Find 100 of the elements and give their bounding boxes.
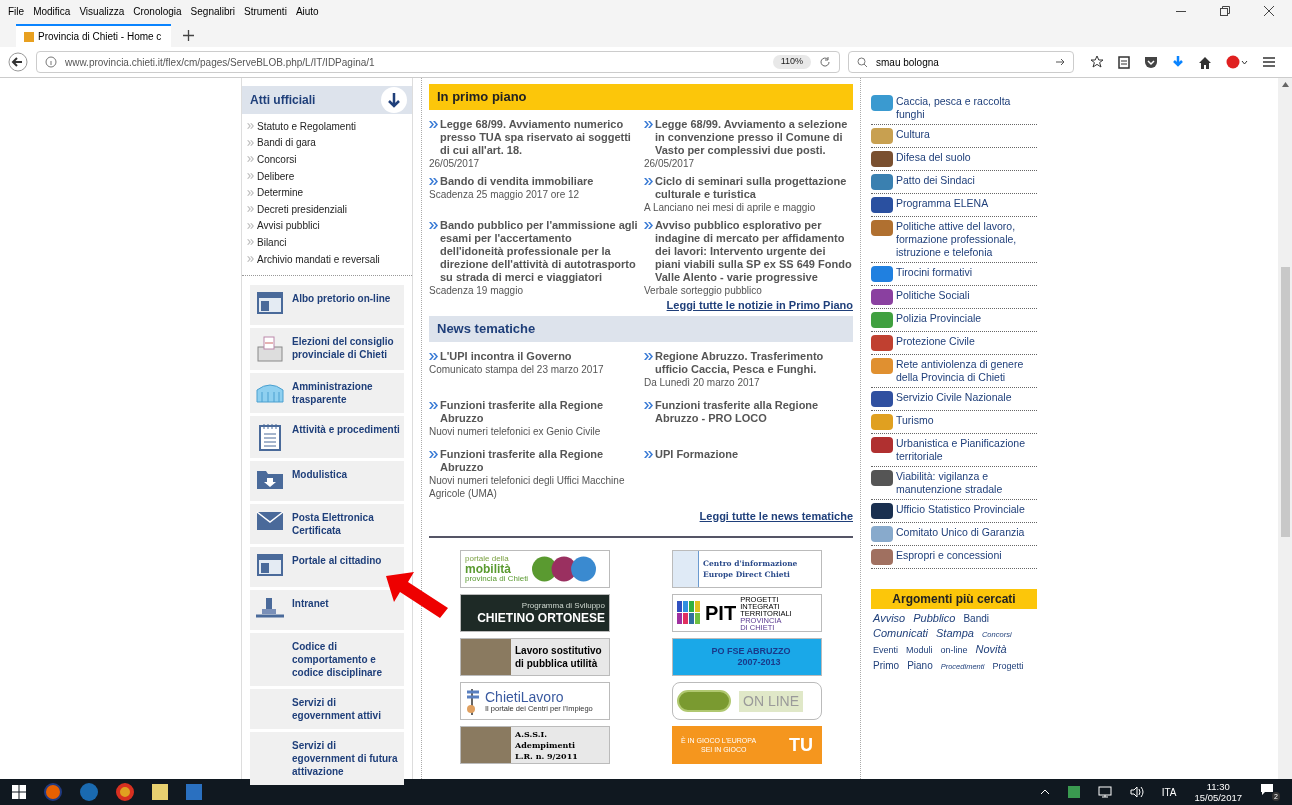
document-link[interactable]: Statuto e Regolamenti bbox=[257, 118, 356, 134]
news-link[interactable]: Bando pubblico per l'ammissione agli esami per l'accertamento dell'idoneità professionale per la direzione dell'attività di autotrasporto su strada di merci e viaggiatori bbox=[429, 219, 638, 284]
right-arrow-icon[interactable] bbox=[1056, 58, 1065, 66]
news-link[interactable]: Legge 68/99. Avviamento numerico presso TUA spa riservato ai soggetti di cui all'art. 18. bbox=[429, 118, 638, 157]
zoom-level[interactable]: 110% bbox=[772, 55, 811, 69]
topic-link[interactable]: Difesa del suolo bbox=[871, 148, 1037, 171]
scroll-up-icon[interactable] bbox=[1281, 82, 1289, 87]
close-icon[interactable] bbox=[1264, 6, 1274, 16]
news-link[interactable]: Funzioni trasferite alla Regione Abruzzo - PRO LOCO bbox=[644, 398, 853, 425]
pocket-icon[interactable] bbox=[1144, 55, 1158, 69]
service-tile[interactable]: Modulistica bbox=[250, 461, 404, 502]
download-icon[interactable] bbox=[1172, 55, 1184, 69]
news-link[interactable]: UPI Formazione bbox=[644, 447, 853, 461]
topic-link[interactable]: Rete antiviolenza di genere della Provincia di Chieti bbox=[871, 355, 1037, 388]
menu-item[interactable]: Cronologia bbox=[133, 3, 182, 19]
home-icon[interactable] bbox=[1198, 55, 1212, 69]
photo-banner[interactable]: Lavoro sostitutivo di pubblica utilità bbox=[460, 638, 610, 676]
document-link[interactable]: Decreti presidenziali bbox=[257, 201, 348, 217]
minimize-icon[interactable] bbox=[1176, 10, 1186, 12]
service-tile[interactable]: Servizi di egovernment attivi bbox=[250, 689, 404, 730]
document-link[interactable]: Archivio mandati e reversali bbox=[257, 251, 380, 267]
read-all-link[interactable]: Leggi tutte le notizie in Primo Piano bbox=[666, 297, 853, 314]
service-tile[interactable]: Elezioni del consiglio provinciale di Chieti bbox=[250, 328, 404, 371]
document-link[interactable]: Concorsi bbox=[257, 152, 297, 167]
fse-banner[interactable]: PO FSE ABRUZZO 2007-2013 bbox=[672, 638, 822, 676]
windows-icon[interactable] bbox=[12, 785, 26, 799]
tag-link[interactable]: on-line bbox=[940, 643, 968, 658]
service-tile[interactable]: Posta Elettronica Certificata bbox=[250, 504, 404, 545]
language-indicator[interactable]: ITA bbox=[1161, 784, 1177, 800]
tag-link[interactable]: Pubblico bbox=[913, 611, 956, 626]
news-link[interactable]: L'UPI incontra il Governo bbox=[429, 349, 638, 363]
tag-link[interactable]: Comunicati bbox=[873, 626, 929, 641]
tag-link[interactable]: Stampa bbox=[936, 626, 974, 641]
tag-link[interactable]: Bandi bbox=[963, 611, 989, 626]
tag-link[interactable]: Eventi bbox=[873, 643, 898, 658]
topic-link[interactable]: Comitato Unico di Garanzia bbox=[871, 523, 1037, 546]
document-link[interactable]: Bilanci bbox=[257, 234, 287, 250]
monitor-icon[interactable] bbox=[1097, 786, 1112, 798]
menu-item[interactable]: Visualizza bbox=[79, 3, 125, 19]
mobility-banner[interactable]: portale della mobilità provincia di Chieti bbox=[460, 550, 610, 588]
service-tile[interactable]: Portale al cittadino bbox=[250, 547, 404, 588]
topic-link[interactable]: Politiche attive del lavoro, formazione professionale, istruzione e telefonia bbox=[871, 217, 1037, 263]
star-icon[interactable] bbox=[1090, 55, 1104, 69]
news-link[interactable]: Avviso pubblico esplorativo per indagine di mercato per affidamento dei lavori: Intervento urgente dei piani viabili sulla SP ex SS 649 Fondo Valle Alento - varie progressive bbox=[644, 219, 853, 284]
service-tile[interactable]: Amministrazione trasparente bbox=[250, 373, 404, 414]
tag-link[interactable]: Avviso bbox=[873, 611, 906, 626]
programme-banner[interactable]: Programma di Sviluppo CHIETINO ORTONESE bbox=[460, 594, 610, 632]
topic-link[interactable]: Espropri e concessioni bbox=[871, 546, 1037, 569]
clipboard-icon[interactable] bbox=[1118, 55, 1130, 69]
topic-link[interactable]: Programma ELENA bbox=[871, 194, 1037, 217]
document-link[interactable]: Determine bbox=[257, 185, 304, 201]
document-link[interactable]: Avvisi pubblici bbox=[257, 218, 320, 234]
menu-item[interactable]: Strumenti bbox=[244, 3, 287, 19]
news-link[interactable]: Funzioni trasferite alla Regione Abruzzo bbox=[429, 398, 638, 425]
topic-link[interactable]: Patto dei Sindaci bbox=[871, 171, 1037, 194]
service-tile[interactable]: Intranet bbox=[250, 590, 404, 631]
clock[interactable]: 11:30 15/05/2017 bbox=[1194, 781, 1242, 803]
menu-item[interactable]: File bbox=[8, 3, 25, 19]
tag-link[interactable]: Moduli bbox=[906, 643, 933, 658]
topic-link[interactable]: Polizia Provinciale bbox=[871, 309, 1037, 332]
document-link[interactable]: Delibere bbox=[257, 168, 295, 184]
topic-link[interactable]: Ufficio Statistico Provinciale bbox=[871, 500, 1037, 523]
read-all-link[interactable]: Leggi tutte le news tematiche bbox=[699, 507, 853, 524]
topic-link[interactable]: Caccia, pesca e raccolta funghi bbox=[871, 92, 1037, 125]
tag-link[interactable]: Novità bbox=[975, 642, 1007, 657]
plus-icon[interactable] bbox=[183, 30, 194, 41]
scroll-thumb[interactable] bbox=[1280, 267, 1290, 537]
tag-link[interactable]: Progetti bbox=[992, 659, 1024, 674]
photo-banner[interactable]: A.S.S.I. Adempimenti L.R. n. 9/2011 bbox=[460, 726, 610, 764]
menu-item[interactable]: Modifica bbox=[33, 3, 71, 19]
news-link[interactable]: Regione Abruzzo. Trasferimento ufficio Caccia, Pesca e Funghi. bbox=[644, 349, 853, 376]
service-tile[interactable]: Albo pretorio on-line bbox=[250, 285, 404, 326]
topic-link[interactable]: Urbanistica e Pianificazione territoriale bbox=[871, 434, 1037, 467]
service-tile[interactable]: Codice di comportamento e codice disciplinare bbox=[250, 633, 404, 687]
tag-link[interactable]: Piano bbox=[907, 658, 933, 673]
news-link[interactable]: Funzioni trasferite alla Regione Abruzzo bbox=[429, 447, 638, 474]
menu-icon[interactable] bbox=[1262, 56, 1276, 68]
restore-icon[interactable] bbox=[1220, 6, 1230, 16]
topic-link[interactable]: Viabilità: vigilanza e manutenzione stradale bbox=[871, 467, 1037, 500]
topic-link[interactable]: Politiche Sociali bbox=[871, 286, 1037, 309]
topic-link[interactable]: Servizio Civile Nazionale bbox=[871, 388, 1037, 411]
browser-tab[interactable]: Provincia di Chieti - Home c bbox=[16, 24, 171, 47]
back-icon[interactable] bbox=[8, 52, 28, 72]
news-link[interactable]: Ciclo di seminari sulla progettazione culturale e turistica bbox=[644, 175, 853, 201]
topic-link[interactable]: Tirocini formativi bbox=[871, 263, 1037, 286]
topic-link[interactable]: Turismo bbox=[871, 411, 1037, 434]
document-link[interactable]: Bandi di gara bbox=[257, 135, 316, 151]
menu-item[interactable]: Aiuto bbox=[295, 3, 319, 19]
reload-icon[interactable] bbox=[819, 56, 831, 68]
news-link[interactable]: Bando di vendita immobiliare bbox=[429, 175, 638, 188]
chevron-up-icon[interactable] bbox=[1039, 789, 1050, 795]
topic-link[interactable]: Cultura bbox=[871, 125, 1037, 148]
search-field[interactable]: smau bologna bbox=[848, 51, 1074, 73]
tag-link[interactable]: Primo bbox=[873, 658, 900, 673]
scrollbar[interactable] bbox=[1278, 78, 1292, 779]
speaker-icon[interactable] bbox=[1129, 786, 1144, 798]
topic-link[interactable]: Protezione Civile bbox=[871, 332, 1037, 355]
address-bar[interactable]: www.provincia.chieti.it/flex/cm/pages/ServeBLOB.php/L/IT/IDPagina/1 110% bbox=[36, 51, 840, 73]
news-link[interactable]: Legge 68/99. Avviamento a selezione in convenzione presso il Comune di Vasto per complessivi due posti. bbox=[644, 118, 853, 157]
service-tile[interactable]: Servizi di egovernment di futura attivazione bbox=[250, 732, 404, 786]
